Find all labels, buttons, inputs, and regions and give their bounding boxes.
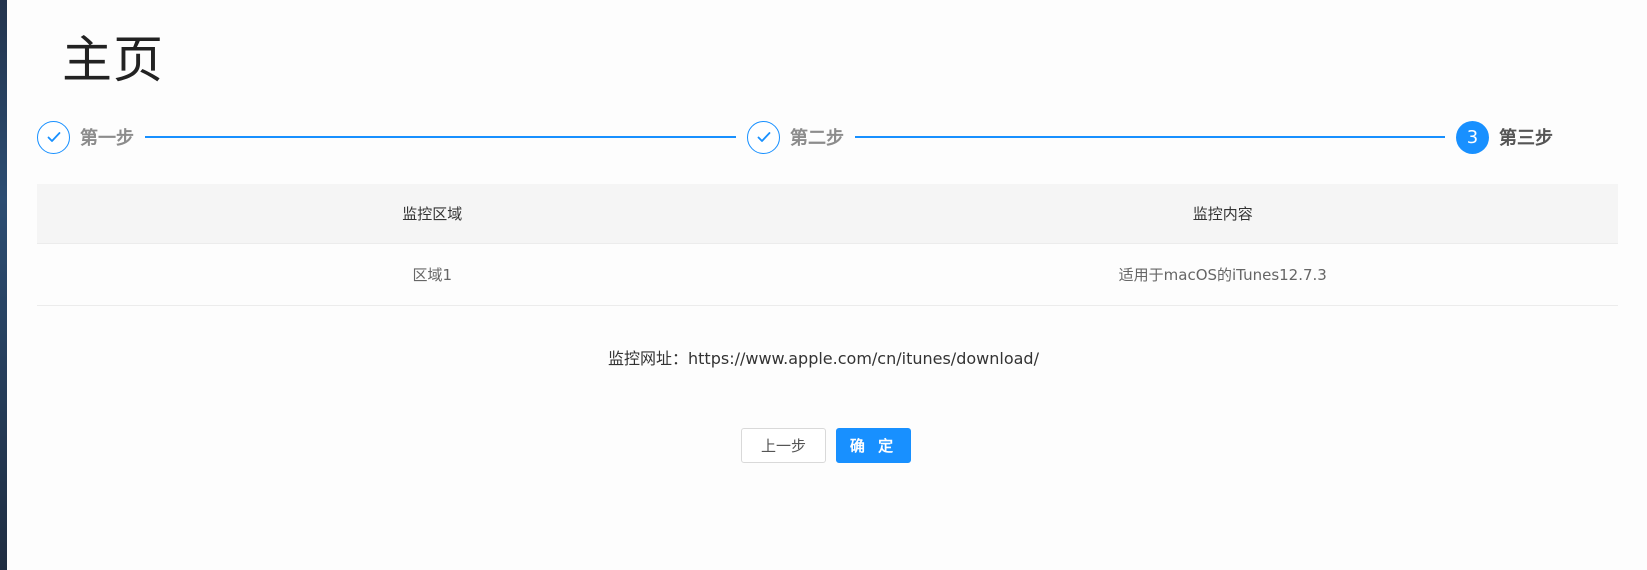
step-connector-1 <box>145 136 736 138</box>
monitor-url: 监控网址：https://www.apple.com/cn/itunes/dow… <box>608 349 1039 368</box>
header-monitor-content: 监控内容 <box>1192 205 1253 223</box>
step-3: 3 第三步 <box>1456 120 1553 154</box>
step-2-label: 第二步 <box>790 128 844 149</box>
cell-monitor-content: 适用于macOS的iTunes12.7.3 <box>1118 266 1327 284</box>
step-2: 第二步 <box>747 120 844 154</box>
table-row: 区域1 适用于macOS的iTunes12.7.3 <box>37 244 1618 306</box>
action-buttons: 上一步 确 定 <box>741 428 911 463</box>
step-2-circle <box>747 120 780 154</box>
page-title: 主页 <box>62 31 164 89</box>
confirm-button[interactable]: 确 定 <box>836 428 911 463</box>
check-icon <box>757 132 770 142</box>
check-icon <box>47 132 60 142</box>
monitor-table: 监控区域 监控内容 区域1 适用于macOS的iTunes12.7.3 <box>37 184 1618 306</box>
header-monitor-area: 监控区域 <box>402 205 463 223</box>
step-connector-2 <box>855 136 1445 138</box>
table-header: 监控区域 监控内容 <box>37 184 1618 244</box>
window-edge-left <box>0 0 7 570</box>
step-3-circle: 3 <box>1456 120 1489 154</box>
step-1-label: 第一步 <box>80 128 134 149</box>
steps-bar: 第一步 第二步 3 第三步 <box>37 120 1629 154</box>
step-3-label: 第三步 <box>1499 128 1553 149</box>
prev-step-button[interactable]: 上一步 <box>741 428 826 463</box>
step-1-circle <box>37 120 70 154</box>
main-panel: 主页 第一步 第二步 3 第三步 监控区域 监控内容 区域1 适用于macOS的… <box>7 0 1647 570</box>
step-1: 第一步 <box>37 120 134 154</box>
cell-monitor-area: 区域1 <box>412 266 453 284</box>
